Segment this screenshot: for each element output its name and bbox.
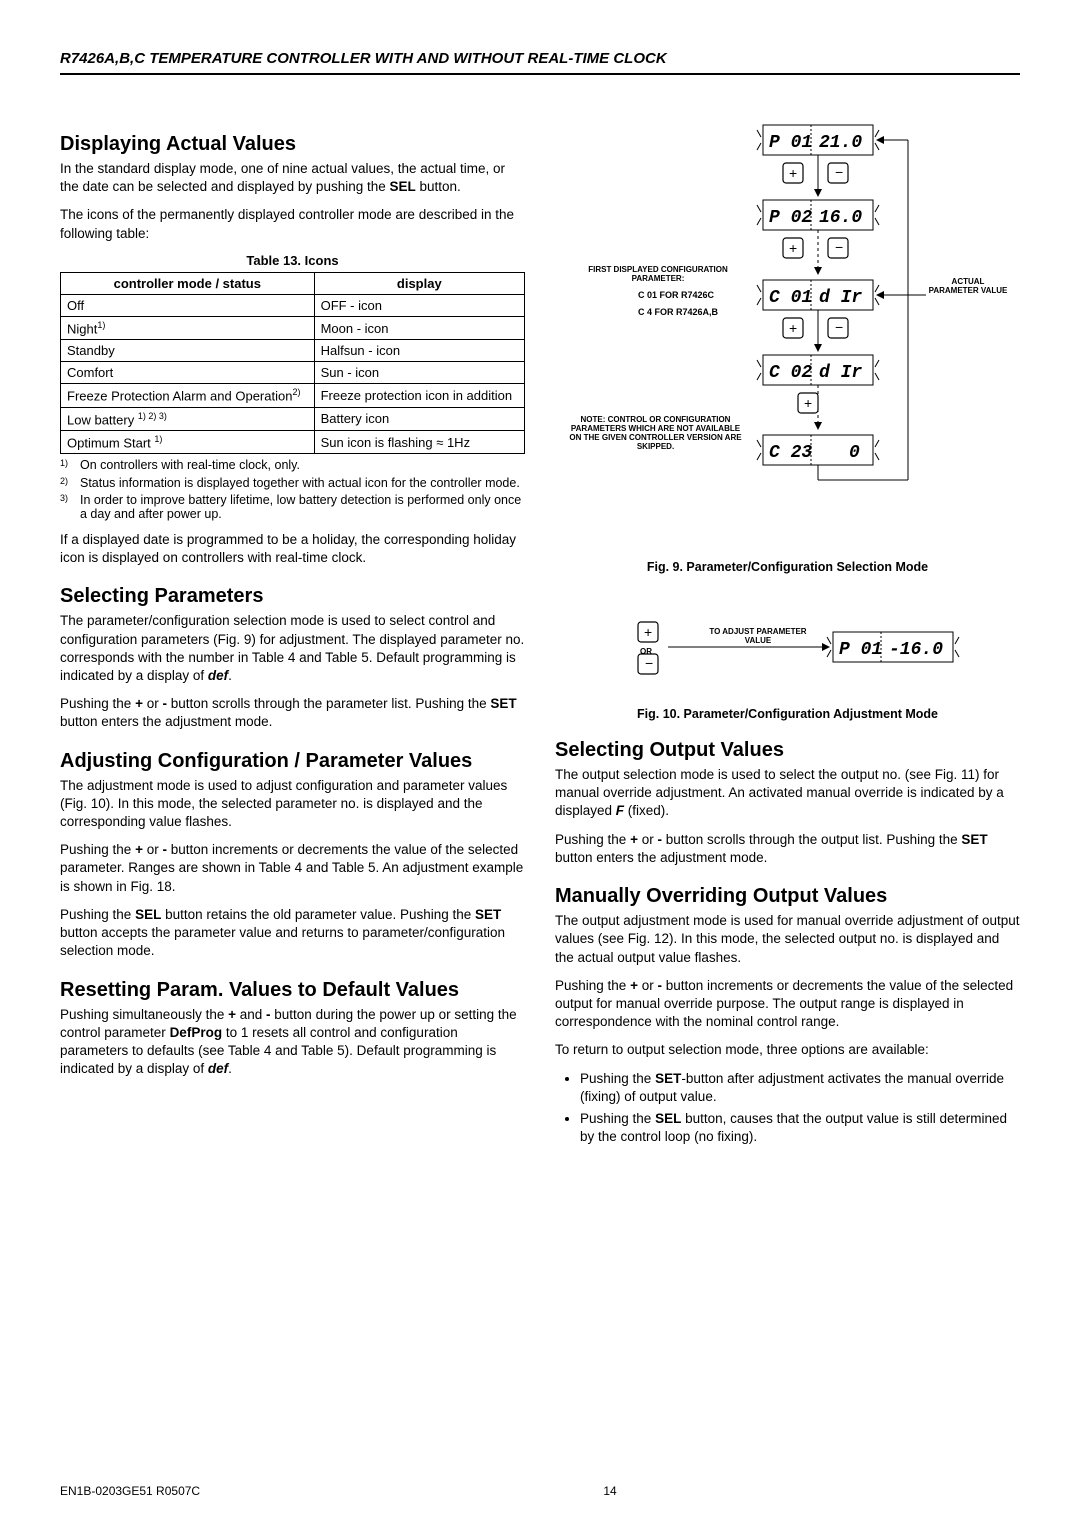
para-override1: The output adjustment mode is used for m… bbox=[555, 912, 1020, 967]
para-display-mode: In the standard display mode, one of nin… bbox=[60, 160, 525, 196]
para-output-sel: The output selection mode is used to sel… bbox=[555, 766, 1020, 821]
svg-text:C 01: C 01 bbox=[769, 288, 812, 308]
svg-text:d Ir: d Ir bbox=[819, 288, 862, 308]
svg-text:P 01: P 01 bbox=[839, 640, 882, 660]
svg-text:C 4 FOR R7426A,B: C 4 FOR R7426A,B bbox=[638, 307, 719, 317]
heading-displaying-actual: Displaying Actual Values bbox=[60, 133, 525, 156]
svg-text:-16.0: -16.0 bbox=[889, 640, 943, 660]
svg-text:d Ir: d Ir bbox=[819, 363, 862, 383]
heading-selecting-params: Selecting Parameters bbox=[60, 585, 525, 608]
svg-text:21.0: 21.0 bbox=[819, 133, 862, 153]
para-sel-set: Pushing the SEL button retains the old p… bbox=[60, 906, 525, 961]
options-list: Pushing the SET-button after adjustment … bbox=[580, 1070, 1020, 1147]
fig9-caption: Fig. 9. Parameter/Configuration Selectio… bbox=[555, 560, 1020, 574]
table-title: Table 13. Icons bbox=[60, 253, 525, 268]
fig10-caption: Fig. 10. Parameter/Configuration Adjustm… bbox=[555, 707, 1020, 721]
doc-id: EN1B-0203GE51 R0507C bbox=[60, 1484, 200, 1498]
icons-table: controller mode / statusdisplay OffOFF -… bbox=[60, 272, 525, 454]
para-icons-intro: The icons of the permanently displayed c… bbox=[60, 206, 525, 242]
svg-text:+: + bbox=[644, 624, 652, 640]
page-footer: EN1B-0203GE51 R0507C 14 bbox=[60, 1484, 1020, 1498]
svg-text:P 02: P 02 bbox=[769, 208, 812, 228]
th-mode: controller mode / status bbox=[61, 272, 315, 294]
svg-text:0: 0 bbox=[849, 443, 860, 463]
table-row: Optimum Start 1)Sun icon is flashing ≈ 1… bbox=[61, 430, 525, 453]
figure-10: + OR − TO ADJUST PARAMETER VALUE P 01 -1… bbox=[555, 592, 1020, 697]
para-return: To return to output selection mode, thre… bbox=[555, 1041, 1020, 1059]
svg-text:+: + bbox=[789, 240, 797, 256]
right-column: P 01 21.0 + − P 02 16.0 + − bbox=[555, 115, 1020, 1151]
figure-9: P 01 21.0 + − P 02 16.0 + − bbox=[555, 115, 1020, 550]
heading-resetting: Resetting Param. Values to Default Value… bbox=[60, 979, 525, 1002]
table-row: Low battery 1) 2) 3)Battery icon bbox=[61, 407, 525, 430]
table-row: Night1)Moon - icon bbox=[61, 316, 525, 339]
svg-text:C 01 FOR R7426C: C 01 FOR R7426C bbox=[638, 290, 715, 300]
svg-text:+: + bbox=[804, 395, 812, 411]
para-override2: Pushing the + or - button increments or … bbox=[555, 977, 1020, 1032]
para-push-incdec: Pushing the + or - button increments or … bbox=[60, 841, 525, 896]
para-holiday: If a displayed date is programmed to be … bbox=[60, 531, 525, 567]
svg-text:+: + bbox=[789, 320, 797, 336]
para-pushing-scroll: Pushing the + or - button scrolls throug… bbox=[60, 695, 525, 731]
table-row: ComfortSun - icon bbox=[61, 362, 525, 384]
para-reset: Pushing simultaneously the + and - butto… bbox=[60, 1006, 525, 1079]
left-column: Displaying Actual Values In the standard… bbox=[60, 115, 525, 1151]
list-item: Pushing the SEL button, causes that the … bbox=[580, 1110, 1020, 1146]
svg-text:16.0: 16.0 bbox=[819, 208, 862, 228]
heading-manual-override: Manually Overriding Output Values bbox=[555, 885, 1020, 908]
heading-select-output: Selecting Output Values bbox=[555, 739, 1020, 762]
svg-text:−: − bbox=[835, 319, 843, 335]
svg-text:−: − bbox=[835, 239, 843, 255]
table-row: Freeze Protection Alarm and Operation2)F… bbox=[61, 384, 525, 407]
svg-text:C 23: C 23 bbox=[769, 443, 812, 463]
page-header: R7426A,B,C TEMPERATURE CONTROLLER WITH A… bbox=[60, 50, 1020, 75]
table-row: StandbyHalfsun - icon bbox=[61, 340, 525, 362]
th-display: display bbox=[314, 272, 524, 294]
svg-text:−: − bbox=[645, 655, 653, 671]
para-select-params: The parameter/configuration selection mo… bbox=[60, 612, 525, 685]
page-number: 14 bbox=[603, 1484, 616, 1498]
footnotes: 1)On controllers with real-time clock, o… bbox=[60, 458, 525, 521]
para-output-scroll: Pushing the + or - button scrolls throug… bbox=[555, 831, 1020, 867]
svg-text:P 01: P 01 bbox=[769, 133, 812, 153]
para-adjust-mode: The adjustment mode is used to adjust co… bbox=[60, 777, 525, 832]
heading-adjusting: Adjusting Configuration / Parameter Valu… bbox=[60, 750, 525, 773]
table-row: OffOFF - icon bbox=[61, 294, 525, 316]
svg-text:C 02: C 02 bbox=[769, 363, 812, 383]
svg-text:+: + bbox=[789, 165, 797, 181]
list-item: Pushing the SET-button after adjustment … bbox=[580, 1070, 1020, 1106]
svg-text:−: − bbox=[835, 164, 843, 180]
